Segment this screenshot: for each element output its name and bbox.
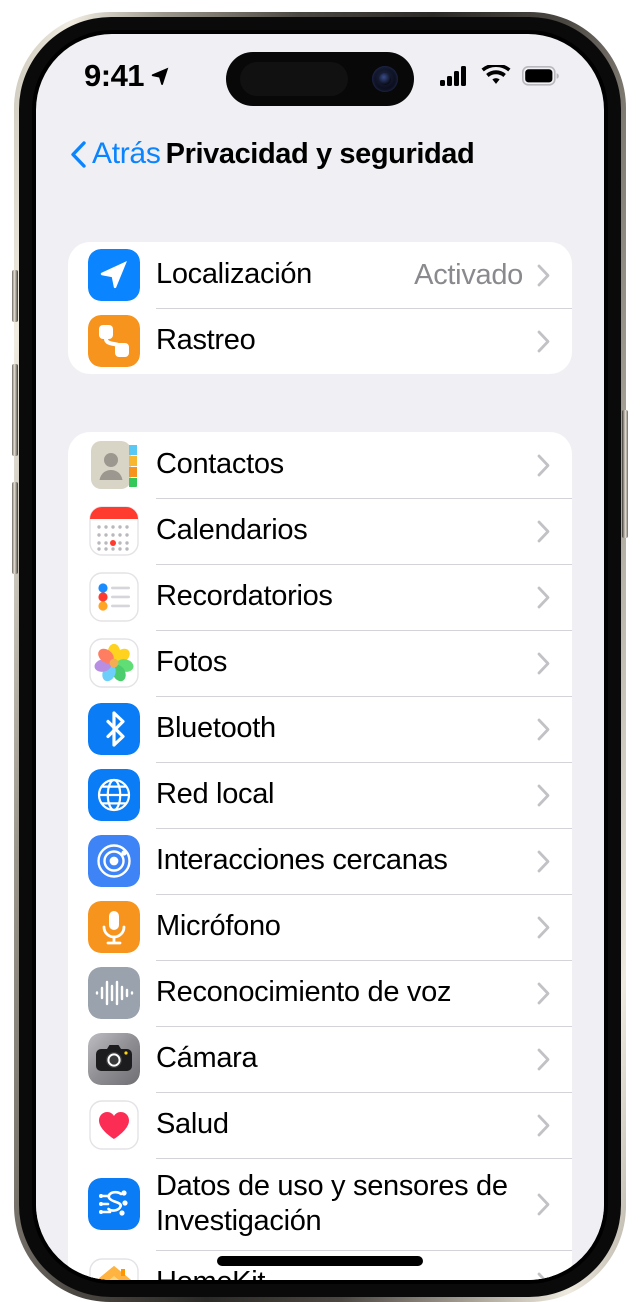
location-services-icon [88,249,140,301]
settings-row-value: Activado [414,258,523,291]
status-bar-time: 9:41 [84,58,145,93]
settings-row-label: Reconocimiento de voz [156,976,452,1009]
settings-row-bluetooth[interactable]: Bluetooth [68,696,572,762]
research-sensor-icon [88,1178,140,1230]
settings-row-label: Localización [156,258,312,291]
settings-row-label: Rastreo [156,324,256,357]
location-arrow-icon [151,67,169,85]
bluetooth-icon [88,703,140,755]
cellular-bars-icon [440,66,466,86]
settings-row-camara[interactable]: Cámara [68,1026,572,1092]
phone-screen: 9:41 Atrás Privacidad y seguridad Locali… [36,34,604,1280]
settings-row-recordatorios[interactable]: Recordatorios [68,564,572,630]
settings-row-calendarios[interactable]: Calendarios [68,498,572,564]
chevron-left-icon [71,140,86,168]
settings-row-label: Datos de uso y sensores de Investigación [156,1169,508,1237]
status-bar-right [440,65,560,87]
settings-row-label: HomeKit [156,1265,537,1280]
chevron-right-icon [537,264,550,286]
settings-row-label: Calendarios [156,514,308,547]
reminders-icon [88,571,140,623]
health-icon [88,1099,140,1151]
settings-row-salud[interactable]: Salud [68,1092,572,1158]
settings-row-label: Contactos [156,448,284,481]
microphone-icon [88,901,140,953]
chevron-right-icon [537,330,550,352]
settings-row-red-local[interactable]: Red local [68,762,572,828]
calendar-icon [88,505,140,557]
homekit-icon [88,1257,140,1280]
chevron-right-icon [537,652,550,674]
settings-row-rastreo[interactable]: Rastreo [68,308,572,374]
dynamic-island [226,52,414,106]
volume-up-button[interactable] [12,364,18,456]
chevron-right-icon [537,916,550,938]
chevron-right-icon [537,586,550,608]
contacts-icon [88,439,140,491]
action-button[interactable] [12,270,18,322]
photos-icon [88,637,140,689]
chevron-right-icon [537,520,550,542]
chevron-right-icon [537,718,550,740]
navigation-bar: Atrás Privacidad y seguridad [36,118,604,190]
settings-row-label: Cámara [156,1042,258,1075]
settings-row-datos-de-uso-y-sensores-de-investigacion[interactable]: Datos de uso y sensores de Investigación [68,1158,572,1250]
settings-row-label: Fotos [156,646,228,679]
chevron-right-icon [537,454,550,476]
battery-full-icon [522,66,559,86]
chevron-right-icon [537,1193,550,1215]
speech-recognition-icon [88,967,140,1019]
settings-row-label: Interacciones cercanas [156,844,448,877]
settings-row-contactos[interactable]: Contactos [68,432,572,498]
chevron-right-icon [537,850,550,872]
settings-row-localizacion[interactable]: Localización Activado [68,242,572,308]
volume-down-button[interactable] [12,482,18,574]
status-bar-left: 9:41 [84,58,170,94]
nearby-interactions-icon [88,835,140,887]
chevron-right-icon [537,982,550,1004]
settings-row-label: Micrófono [156,910,281,943]
camera-icon [88,1033,140,1085]
tracking-icon [88,315,140,367]
settings-row-label: Bluetooth [156,712,276,745]
settings-row-microfono[interactable]: Micrófono [68,894,572,960]
chevron-right-icon [537,1272,548,1280]
settings-row-interacciones-cercanas[interactable]: Interacciones cercanas [68,828,572,894]
privacy-permissions-group: Contactos Calendarios Recordatorios Foto… [68,432,572,1280]
privacy-primary-group: Localización Activado Rastreo [68,242,572,374]
settings-row-reconocimiento-de-voz[interactable]: Reconocimiento de voz [68,960,572,1026]
device-bezel: 9:41 Atrás Privacidad y seguridad Locali… [32,30,608,1284]
back-button-label: Atrás [92,137,161,170]
power-button[interactable] [622,410,628,538]
front-camera-lens [372,66,398,92]
chevron-right-icon [537,1048,550,1070]
settings-content[interactable]: Localización Activado Rastreo Contactos … [36,190,604,1280]
back-button[interactable]: Atrás [70,137,161,171]
settings-row-label: Recordatorios [156,580,333,613]
iphone-device-frame: 9:41 Atrás Privacidad y seguridad Locali… [12,12,628,1302]
device-inner-frame: 9:41 Atrás Privacidad y seguridad Locali… [19,17,621,1297]
screenshot-stage: 9:41 Atrás Privacidad y seguridad Locali… [0,0,640,1302]
local-network-icon [88,769,140,821]
wifi-icon [481,65,511,84]
chevron-right-icon [537,784,550,806]
settings-row-label: Red local [156,778,275,811]
chevron-right-icon [537,1114,550,1136]
settings-row-label: Salud [156,1108,229,1141]
settings-row-fotos[interactable]: Fotos [68,630,572,696]
home-indicator[interactable] [217,1256,423,1266]
